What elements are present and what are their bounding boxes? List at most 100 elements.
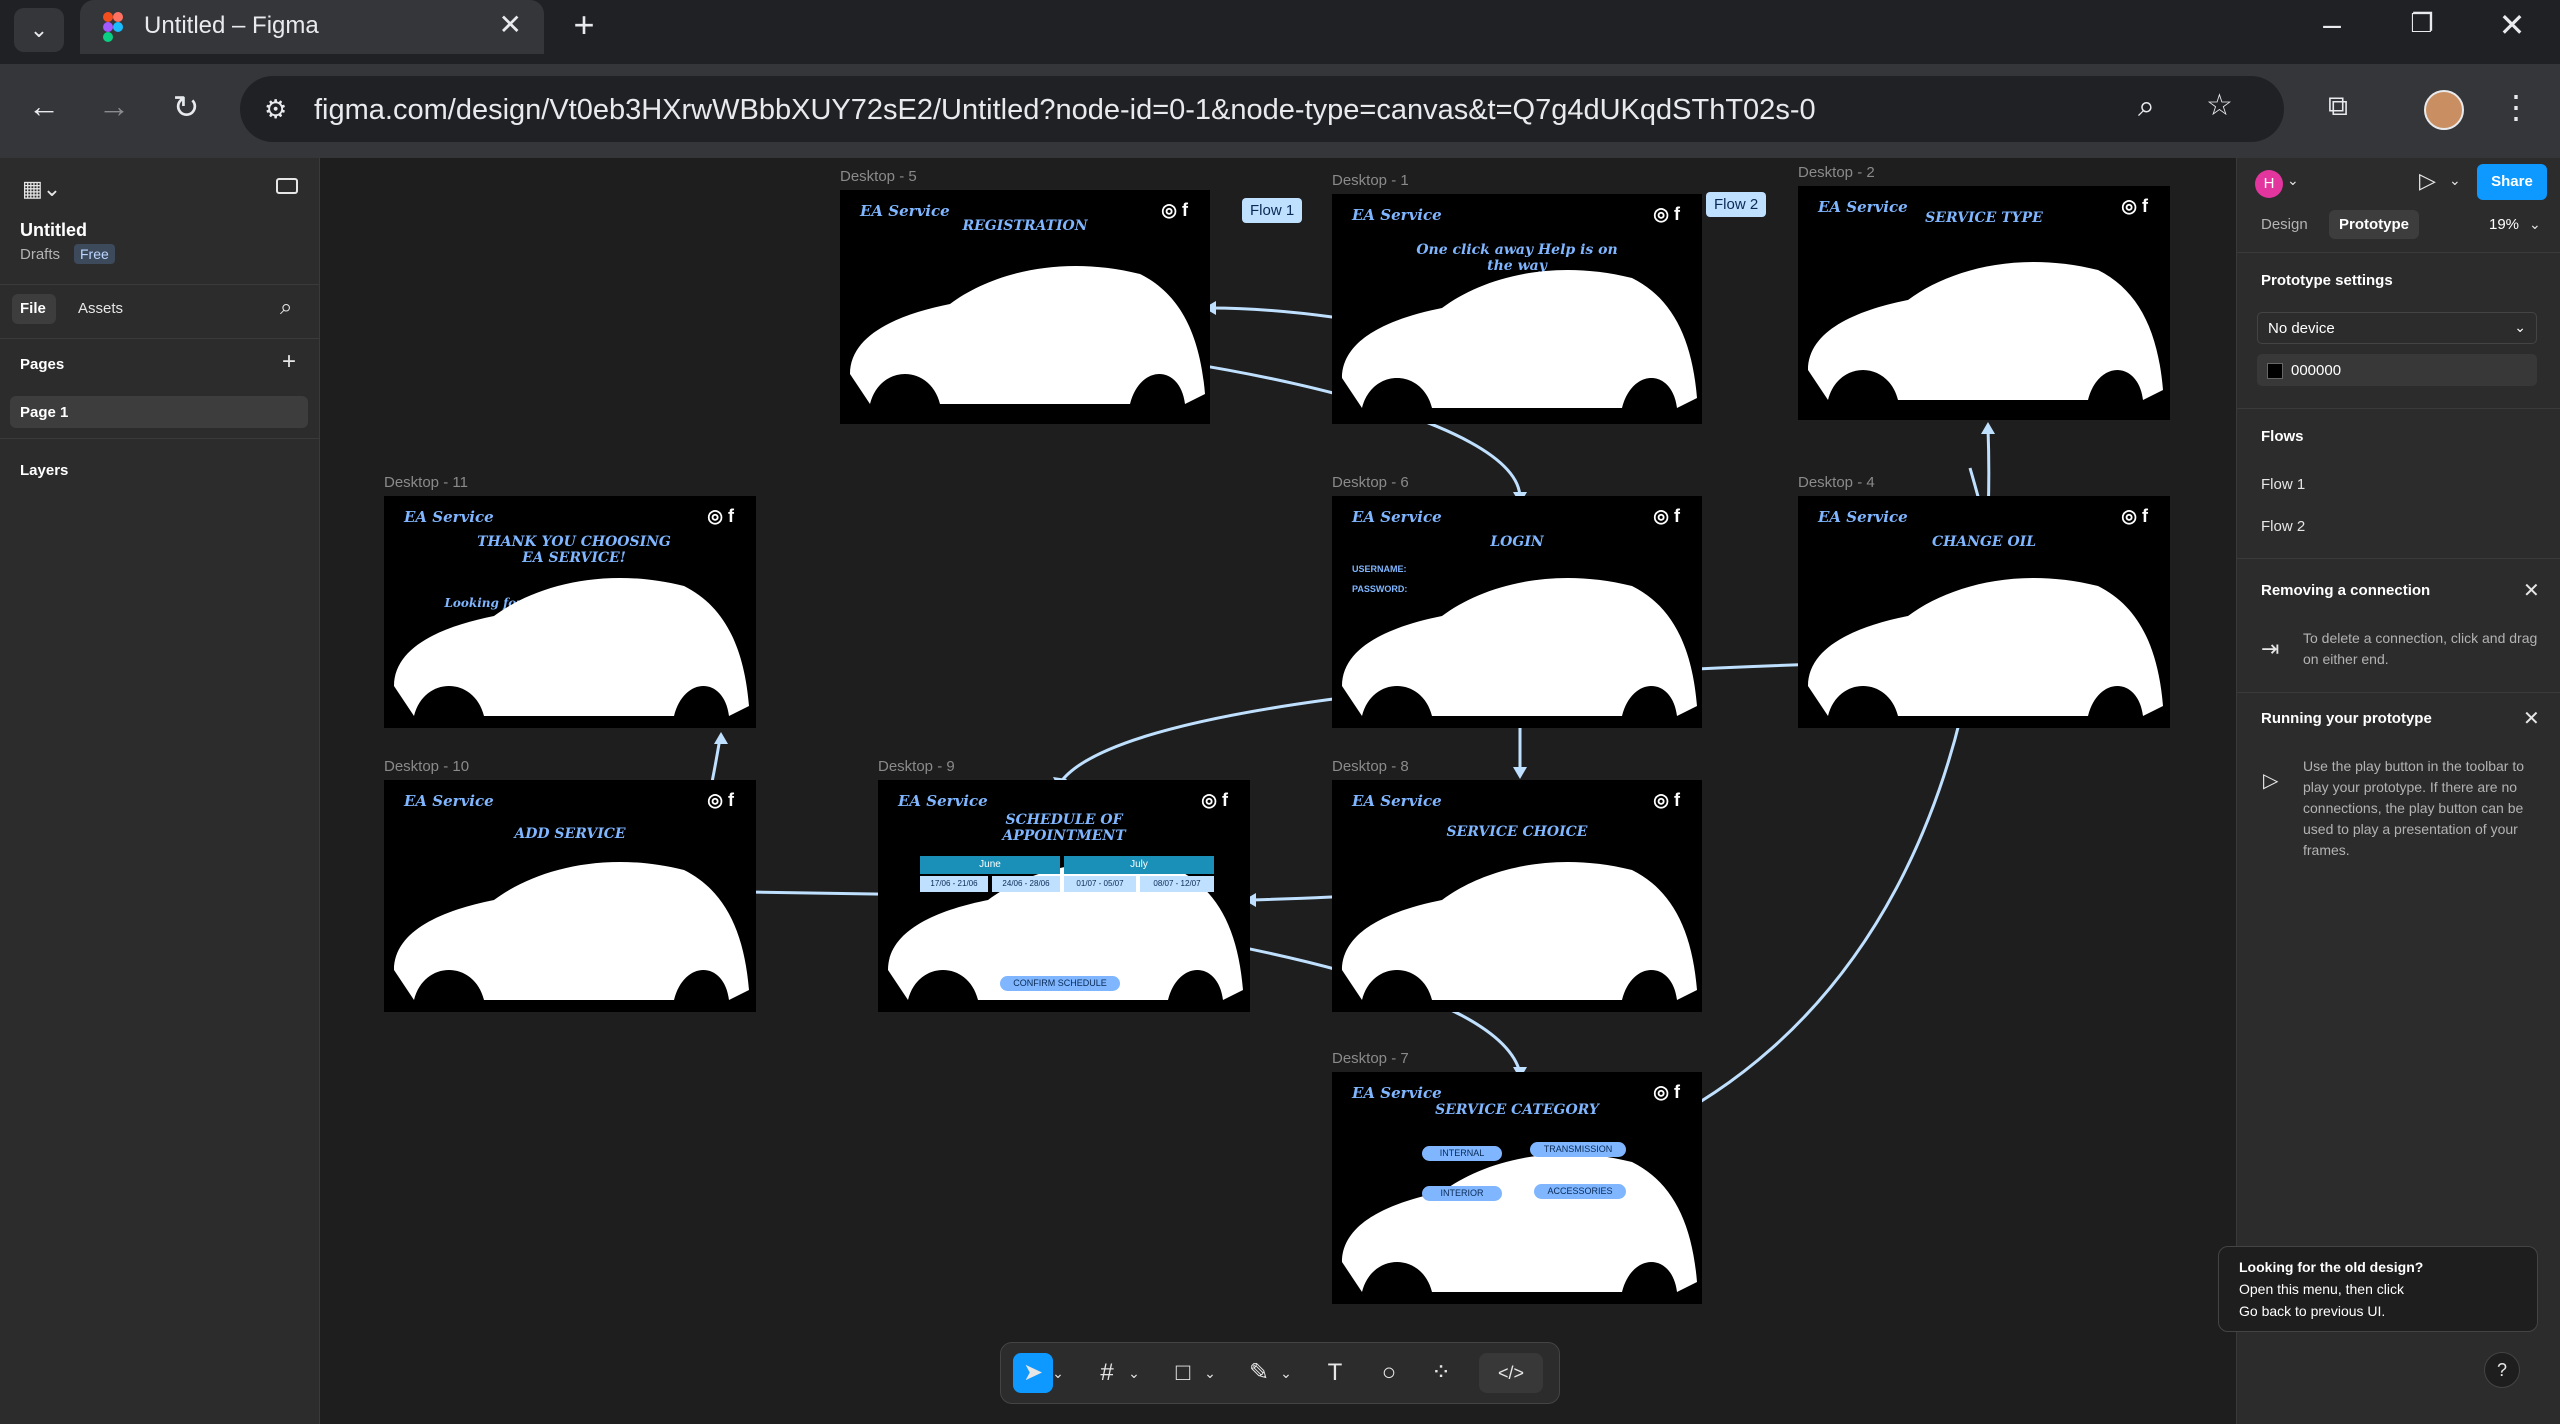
move-icon[interactable]: ➤ xyxy=(1013,1353,1053,1393)
minimize-icon[interactable]: – xyxy=(2310,6,2354,43)
text-icon[interactable]: T xyxy=(1315,1353,1355,1393)
tab-assets[interactable]: Assets xyxy=(78,300,123,317)
restore-icon[interactable]: ❐ xyxy=(2400,8,2444,39)
pen-icon[interactable]: ✎ xyxy=(1239,1353,1279,1393)
frame-icon[interactable]: # xyxy=(1087,1353,1127,1393)
month-june[interactable]: June xyxy=(920,856,1060,874)
category-transmission-button[interactable]: TRANSMISSION xyxy=(1530,1142,1626,1157)
frame-desktop-2[interactable]: EA Service ◎ f SERVICE TYPE xyxy=(1798,186,2170,420)
dev-mode-icon[interactable]: </> xyxy=(1479,1353,1543,1393)
frame-label[interactable]: Desktop - 9 xyxy=(878,758,955,775)
url-text[interactable]: figma.com/design/Vt0eb3HXrwWBbbXUY72sE2/… xyxy=(314,94,1816,127)
frame-desktop-11[interactable]: EA Service ◎ f THANK YOU CHOOSING EA SER… xyxy=(384,496,756,728)
frame-desktop-6[interactable]: EA Service ◎ f LOGIN USERNAME: PASSWORD: xyxy=(1332,496,1702,728)
flow-tag-1[interactable]: Flow 1 xyxy=(1242,198,1303,223)
flow-tag-2[interactable]: Flow 2 xyxy=(1706,192,1767,217)
browser-menu-icon[interactable]: ⋮ xyxy=(2494,88,2538,126)
search-icon[interactable]: ⌕ xyxy=(280,294,292,320)
zoom-icon[interactable]: ⌕ xyxy=(2138,90,2155,124)
address-bar[interactable]: ⚙ figma.com/design/Vt0eb3HXrwWBbbXUY72sE… xyxy=(240,76,2284,142)
avatar-dropdown-icon[interactable]: ⌄ xyxy=(2287,172,2299,189)
tab-file[interactable]: File xyxy=(12,294,56,324)
week-option[interactable]: 01/07 - 05/07 xyxy=(1064,876,1136,892)
frame-label[interactable]: Desktop - 7 xyxy=(1332,1050,1409,1067)
share-button[interactable]: Share xyxy=(2477,164,2547,200)
help-button[interactable]: ? xyxy=(2484,1352,2520,1388)
pen-dropdown-icon[interactable]: ⌄ xyxy=(1277,1353,1295,1393)
frame-label[interactable]: Desktop - 8 xyxy=(1332,758,1409,775)
bookmark-star-icon[interactable]: ☆ xyxy=(2206,88,2233,123)
rectangle-icon[interactable]: □ xyxy=(1163,1353,1203,1393)
components-icon[interactable]: ⁘ xyxy=(1421,1353,1461,1393)
frame-desktop-1[interactable]: EA Service ◎ f One click away Help is on… xyxy=(1332,194,1702,424)
add-page-icon[interactable]: + xyxy=(282,348,296,376)
extensions-icon[interactable]: ⧉ xyxy=(2316,90,2360,123)
forward-icon[interactable]: → xyxy=(92,88,136,125)
reload-icon[interactable]: ↻ xyxy=(164,88,208,126)
flow-item-2[interactable]: Flow 2 xyxy=(2261,518,2305,535)
category-internal-button[interactable]: INTERNAL xyxy=(1422,1146,1502,1161)
removing-connection-text: To delete a connection, click and drag o… xyxy=(2303,630,2538,667)
zoom-dropdown-icon[interactable]: ⌄ xyxy=(2529,216,2541,233)
car-illustration xyxy=(394,861,749,1000)
tab-prototype[interactable]: Prototype xyxy=(2329,210,2420,239)
frame-label[interactable]: Desktop - 6 xyxy=(1332,474,1409,491)
background-hex[interactable]: 000000 xyxy=(2291,362,2341,379)
file-name[interactable]: Untitled xyxy=(20,220,87,241)
rectangle-dropdown-icon[interactable]: ⌄ xyxy=(1201,1353,1219,1393)
toggle-sidebar-icon[interactable] xyxy=(276,178,298,194)
chevron-down-icon: ⌄ xyxy=(2514,319,2526,335)
profile-avatar[interactable] xyxy=(2424,90,2464,130)
confirm-schedule-button[interactable]: CONFIRM SCHEDULE xyxy=(1000,976,1120,991)
frame-desktop-4[interactable]: EA Service ◎ f CHANGE OIL xyxy=(1798,496,2170,728)
frame-desktop-8[interactable]: EA Service ◎ f SERVICE CHOICE xyxy=(1332,780,1702,1012)
new-tab-button[interactable]: + xyxy=(562,4,606,46)
frame-desktop-7[interactable]: EA Service ◎ f SERVICE CATEGORY INTERNAL… xyxy=(1332,1072,1702,1304)
frame-label[interactable]: Desktop - 11 xyxy=(384,474,468,491)
close-icon[interactable]: ✕ xyxy=(2523,706,2540,731)
present-play-icon[interactable]: ▷ xyxy=(2419,168,2436,194)
frame-label[interactable]: Desktop - 4 xyxy=(1798,474,1875,491)
flow-item-1[interactable]: Flow 1 xyxy=(2261,476,2305,493)
frame-label[interactable]: Desktop - 5 xyxy=(840,168,917,185)
week-option[interactable]: 08/07 - 12/07 xyxy=(1140,876,1214,892)
comment-icon[interactable]: ○ xyxy=(1369,1353,1409,1393)
week-option[interactable]: 24/06 - 28/06 xyxy=(992,876,1060,892)
frame-desktop-9[interactable]: EA Service ◎ f SCHEDULE OF APPOINTMENT J… xyxy=(878,780,1250,1012)
pages-label: Pages xyxy=(20,356,65,373)
car-illustration xyxy=(1342,861,1697,1000)
back-icon[interactable]: ← xyxy=(22,88,66,125)
frame-desktop-5[interactable]: EA Service ◎ f REGISTRATION xyxy=(840,190,1210,424)
color-swatch[interactable] xyxy=(2267,363,2283,379)
social-icons: ◎ f xyxy=(1653,204,1680,224)
week-option[interactable]: 17/06 - 21/06 xyxy=(920,876,988,892)
frame-label[interactable]: Desktop - 1 xyxy=(1332,172,1409,189)
background-color-field[interactable]: 000000 xyxy=(2257,354,2537,386)
social-icons: ◎ f xyxy=(707,506,734,526)
frame-label[interactable]: Desktop - 10 xyxy=(384,758,469,775)
browser-tab[interactable]: Untitled – Figma ✕ xyxy=(80,0,544,54)
move-dropdown-icon[interactable]: ⌄ xyxy=(1049,1353,1067,1393)
old-design-notice[interactable]: Looking for the old design? Open this me… xyxy=(2218,1246,2538,1332)
page-item-page-1[interactable]: Page 1 xyxy=(10,396,308,428)
flows-label: Flows xyxy=(2261,428,2304,445)
zoom-level[interactable]: 19% xyxy=(2489,216,2519,233)
tab-design[interactable]: Design xyxy=(2261,216,2308,233)
site-settings-icon[interactable]: ⚙ xyxy=(264,94,287,125)
device-select[interactable]: No device ⌄ xyxy=(2257,312,2537,344)
frame-label[interactable]: Desktop - 2 xyxy=(1798,164,1875,181)
category-accessories-button[interactable]: ACCESSORIES xyxy=(1534,1184,1626,1199)
window-close-icon[interactable]: ✕ xyxy=(2490,6,2534,44)
avatar[interactable]: H xyxy=(2255,170,2283,198)
main-menu-icon[interactable]: ▦⌄ xyxy=(22,176,61,202)
frame-desktop-10[interactable]: EA Service ◎ f ADD SERVICE xyxy=(384,780,756,1012)
close-icon[interactable]: ✕ xyxy=(2523,578,2540,603)
tab-list-chevron-icon[interactable]: ⌄ xyxy=(14,8,64,52)
canvas[interactable]: Desktop - 5 EA Service ◎ f REGISTRATION … xyxy=(320,158,2236,1424)
category-interior-button[interactable]: INTERIOR xyxy=(1422,1186,1502,1201)
frame-dropdown-icon[interactable]: ⌄ xyxy=(1125,1353,1143,1393)
tab-close-icon[interactable]: ✕ xyxy=(499,8,522,41)
present-dropdown-icon[interactable]: ⌄ xyxy=(2449,172,2461,189)
removing-connection-title: Removing a connection xyxy=(2261,582,2431,599)
month-july[interactable]: July xyxy=(1064,856,1214,874)
